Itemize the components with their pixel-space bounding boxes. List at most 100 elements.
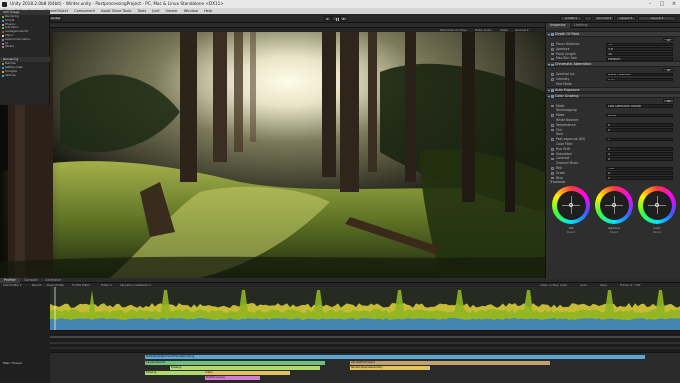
property-value-field[interactable]: 100 <box>606 166 673 171</box>
color-wheel-gamma[interactable] <box>595 186 633 225</box>
account-dropdown[interactable]: Account ▾ <box>594 16 614 21</box>
override-checkbox[interactable] <box>551 47 554 51</box>
cpu-usage-chart[interactable] <box>50 287 680 330</box>
property-value-field[interactable]: 0 <box>606 152 673 156</box>
override-checkbox[interactable] <box>551 43 554 46</box>
rendering-chart[interactable] <box>50 330 680 352</box>
series-color-swatch <box>1 38 4 41</box>
game-view-panel: SceneGame Display 1 Free Aspect Scale Ma… <box>0 23 545 278</box>
menu-tools[interactable]: Tools <box>137 9 146 13</box>
profiler-toolbar-item[interactable]: Add Profiler ▾ <box>3 283 21 287</box>
forest-scene-render[interactable] <box>0 32 545 278</box>
collab-dropdown[interactable]: Collab ▾ <box>560 16 582 21</box>
foldout-arrow-icon[interactable] <box>548 89 550 92</box>
section-header-chromatic-aberration[interactable]: Chromatic Aberration <box>546 61 680 67</box>
override-checkbox[interactable] <box>551 128 554 132</box>
color-wheel-lift[interactable] <box>552 186 590 225</box>
profiler-timeline[interactable]: Main Thread PostLateUpdate.FinishFrameRe… <box>3 352 680 383</box>
all-toggle-button[interactable]: All <box>663 37 674 41</box>
section-header-depth-of-field[interactable]: Depth Of Field <box>546 31 680 37</box>
override-checkbox[interactable] <box>551 104 554 108</box>
profiler-series-item[interactable]: Others <box>0 44 50 49</box>
series-color-swatch <box>1 19 4 22</box>
property-value-field[interactable]: 0 <box>606 171 673 175</box>
tab-lighting[interactable]: Lighting <box>570 23 592 28</box>
close-icon[interactable]: × <box>668 0 680 8</box>
property-value-field[interactable]: 10 <box>606 42 673 47</box>
cloud-icon[interactable] <box>584 16 592 21</box>
section-enabled-checkbox[interactable] <box>551 63 554 67</box>
profiler-toolbar-item[interactable]: Record <box>32 283 42 287</box>
foldout-arrow-icon[interactable] <box>548 64 550 67</box>
wheel-reset-button[interactable]: Reset <box>599 230 629 234</box>
menu-asset-store-tools[interactable]: Asset Store Tools <box>101 9 131 13</box>
property-value-field[interactable]: 50 <box>606 52 673 56</box>
profiler-module-list: CPU Usage Rendering Scripts Physics Animatio… <box>0 10 50 105</box>
foldout-arrow-icon[interactable] <box>548 34 550 36</box>
menu-jcell[interactable]: Jcell <box>152 9 159 13</box>
section-enabled-checkbox[interactable] <box>551 94 554 98</box>
menu-viewer[interactable]: Viewer <box>166 9 178 13</box>
override-checkbox[interactable] <box>551 52 554 56</box>
wheel-handle[interactable] <box>569 203 573 208</box>
layout-dropdown[interactable]: Layout ▾ <box>638 16 676 21</box>
timeline-sample-block[interactable]: Camera.Render <box>145 361 325 365</box>
override-checkbox[interactable] <box>551 123 554 127</box>
property-value-field[interactable]: Low Definition Range <box>606 104 673 108</box>
play-button[interactable] <box>324 16 332 21</box>
timeline-sample-block[interactable]: PostLateUpdate.FinishFrameRendering <box>145 355 645 359</box>
property-value-field[interactable]: 0 <box>606 123 673 127</box>
color-wheel-gain[interactable] <box>638 186 676 225</box>
layers-dropdown[interactable]: Layers ▾ <box>616 16 636 21</box>
override-checkbox[interactable] <box>551 78 554 81</box>
override-checkbox[interactable] <box>551 171 554 175</box>
override-checkbox[interactable] <box>551 157 554 161</box>
timeline-sample-block[interactable]: Render.OpaqueGeometry <box>350 366 430 370</box>
section-header-color-grading[interactable]: Color Grading <box>546 92 680 99</box>
series-label: Others <box>5 44 15 49</box>
override-checkbox[interactable] <box>551 152 554 156</box>
section-enabled-checkbox[interactable] <box>551 33 554 37</box>
override-checkbox[interactable] <box>551 167 554 170</box>
step-button[interactable] <box>340 16 348 21</box>
override-checkbox[interactable] <box>551 147 554 151</box>
property-value-field[interactable]: Medium <box>606 56 673 61</box>
property-value-field[interactable]: 0.07 <box>606 77 673 82</box>
profiler-series-item[interactable]: Vertices <box>0 73 50 78</box>
pause-button[interactable] <box>332 16 340 21</box>
unity-logo-icon <box>2 1 7 7</box>
property-value-field[interactable]: 0 <box>606 147 673 151</box>
foldout-arrow-icon[interactable] <box>548 95 550 98</box>
timeline-sample-block[interactable]: PostProcessing <box>205 376 260 380</box>
property-value-field[interactable]: 0 <box>606 156 673 161</box>
override-checkbox[interactable] <box>551 57 554 61</box>
override-checkbox[interactable] <box>551 138 554 141</box>
tab-inspector[interactable]: Inspector <box>546 23 570 28</box>
property-value-field[interactable]: 5.6 <box>606 47 673 51</box>
menu-component[interactable]: Component <box>74 9 95 13</box>
section-header-auto-exposure[interactable]: Auto Exposure <box>546 86 680 93</box>
global-toggle[interactable]: Global <box>49 16 62 21</box>
timeline-sample-block[interactable]: Drawing <box>170 366 320 370</box>
timeline-sample-block[interactable]: Gfx.WaitForPresent <box>350 361 550 365</box>
wheel-handle[interactable] <box>655 203 659 208</box>
property-value-field[interactable]: 0 <box>606 128 673 132</box>
property-value-field[interactable]: None (Texture) <box>606 72 673 77</box>
menu-help[interactable]: Help <box>204 9 212 13</box>
property-value-field[interactable]: 0 <box>606 176 673 180</box>
override-checkbox[interactable] <box>551 73 554 76</box>
minimize-icon[interactable]: – <box>644 0 656 8</box>
menu-window[interactable]: Window <box>184 9 198 13</box>
section-enabled-checkbox[interactable] <box>551 88 554 92</box>
wheel-handle[interactable] <box>612 203 616 208</box>
all-toggle-button[interactable]: All <box>663 67 674 72</box>
timeline-sample-block[interactable]: Drawing <box>145 371 205 375</box>
wheel-reset-button[interactable]: Reset <box>642 230 672 234</box>
maximize-icon[interactable]: □ <box>656 0 668 8</box>
wheel-reset-button[interactable]: Reset <box>556 230 586 234</box>
override-checkbox[interactable] <box>551 176 554 180</box>
all-toggle-button[interactable]: All <box>663 99 674 103</box>
property-value-field[interactable]: None <box>606 113 673 118</box>
override-checkbox[interactable] <box>551 114 554 117</box>
property-value-field[interactable]: 0 <box>606 137 673 142</box>
